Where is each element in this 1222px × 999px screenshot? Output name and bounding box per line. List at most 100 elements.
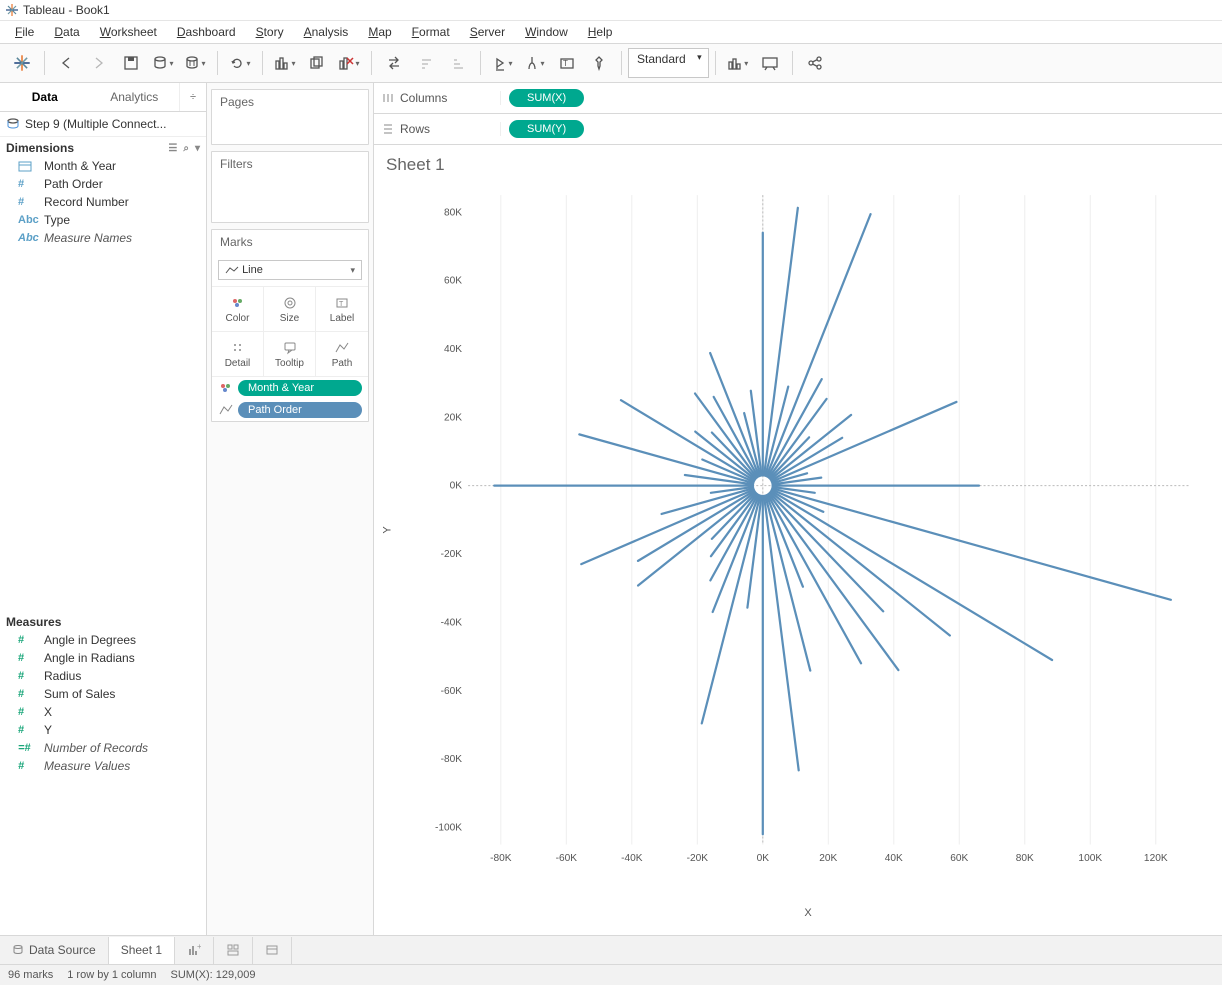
show-me-button[interactable] (724, 49, 752, 77)
main-area: Data Analytics ÷ Step 9 (Multiple Connec… (0, 83, 1222, 935)
highlight-button[interactable] (489, 49, 517, 77)
svg-text:-60K: -60K (556, 853, 578, 864)
mark-label-button[interactable]: TLabel (316, 287, 368, 332)
field-type[interactable]: AbcType (0, 211, 206, 229)
forward-button[interactable] (85, 49, 113, 77)
sheet-title[interactable]: Sheet 1 (384, 151, 1212, 179)
svg-text:-40K: -40K (621, 853, 643, 864)
field-label: Measure Values (44, 759, 130, 773)
field-month-year[interactable]: Month & Year (0, 157, 206, 175)
menu-map[interactable]: Map (358, 22, 401, 42)
search-icon[interactable]: ⌕ (183, 143, 189, 154)
mark-type-select[interactable]: Line ▾ (218, 260, 362, 280)
pages-card[interactable]: Pages (211, 89, 369, 145)
mark-tooltip-button[interactable]: Tooltip (264, 332, 316, 377)
menu-story[interactable]: Story (246, 22, 294, 42)
bottom-tabs: Data Source Sheet 1 + (0, 935, 1222, 964)
field-path-order[interactable]: #Path Order (0, 175, 206, 193)
sort-desc-button[interactable] (444, 49, 472, 77)
new-worksheet-tab[interactable]: + (175, 937, 214, 964)
menu-caret-icon[interactable]: ▾ (195, 143, 200, 154)
datasource-item[interactable]: Step 9 (Multiple Connect... (0, 112, 206, 136)
share-button[interactable] (801, 49, 829, 77)
save-button[interactable] (117, 49, 145, 77)
field-label: Angle in Degrees (44, 633, 136, 647)
measures-label: Measures (6, 615, 61, 629)
menu-file[interactable]: File (5, 22, 44, 42)
menu-data[interactable]: Data (44, 22, 89, 42)
field-x[interactable]: #X (0, 703, 206, 721)
sheet-canvas[interactable]: Sheet 1 -100K-80K-60K-40K-20K0K20K40K60K… (374, 145, 1222, 935)
field-measure-names[interactable]: AbcMeasure Names (0, 229, 206, 247)
menu-help[interactable]: Help (578, 22, 623, 42)
field-y[interactable]: #Y (0, 721, 206, 739)
marks-label: Marks (212, 230, 368, 254)
tab-sheet1[interactable]: Sheet 1 (109, 937, 175, 964)
menu-format[interactable]: Format (402, 22, 460, 42)
mark-size-button[interactable]: Size (264, 287, 316, 332)
mark-color-button[interactable]: Color (212, 287, 264, 332)
status-bar: 96 marks 1 row by 1 column SUM(X): 129,0… (0, 964, 1222, 985)
field-sum-of-sales[interactable]: #Sum of Sales (0, 685, 206, 703)
mark-cell-label: Tooltip (275, 358, 304, 369)
duplicate-sheet-button[interactable] (303, 49, 331, 77)
measures-header: Measures (0, 611, 206, 631)
mark-pill-month-year[interactable]: Month & Year (238, 380, 362, 396)
field-record-number[interactable]: #Record Number (0, 193, 206, 211)
svg-text:-80K: -80K (441, 754, 463, 765)
menu-server[interactable]: Server (460, 22, 515, 42)
svg-text:60K: 60K (444, 276, 462, 287)
svg-text:20K: 20K (444, 412, 462, 423)
field-number-of-records[interactable]: =#Number of Records (0, 739, 206, 757)
svg-text:80K: 80K (444, 207, 462, 218)
pause-updates-button[interactable] (181, 49, 209, 77)
menu-dashboard[interactable]: Dashboard (167, 22, 246, 42)
x-axis-label[interactable]: X (804, 907, 811, 919)
mark-detail-button[interactable]: Detail (212, 332, 264, 377)
data-pane: Data Analytics ÷ Step 9 (Multiple Connec… (0, 83, 207, 935)
tab-data[interactable]: Data (0, 83, 90, 111)
y-axis-label[interactable]: Y (382, 526, 394, 533)
status-agg: SUM(X): 129,009 (171, 969, 256, 981)
group-button[interactable] (521, 49, 549, 77)
tab-data-source[interactable]: Data Source (0, 937, 109, 964)
field-label: Sum of Sales (44, 687, 115, 701)
fit-select[interactable]: Standard (628, 48, 709, 78)
field-angle-in-radians[interactable]: #Angle in Radians (0, 649, 206, 667)
presentation-button[interactable] (756, 49, 784, 77)
view-list-icon[interactable]: ☰ (168, 143, 177, 154)
field-radius[interactable]: #Radius (0, 667, 206, 685)
field-type-icon: # (18, 634, 38, 646)
swap-axes-button[interactable] (380, 49, 408, 77)
rows-pill[interactable]: SUM(Y) (509, 120, 584, 138)
mark-path-button[interactable]: Path (316, 332, 368, 377)
new-story-tab[interactable] (253, 937, 292, 964)
field-angle-in-degrees[interactable]: # Angle in Degrees (0, 631, 206, 649)
menu-worksheet[interactable]: Worksheet (90, 22, 167, 42)
sort-asc-button[interactable] (412, 49, 440, 77)
labels-button[interactable]: T (553, 49, 581, 77)
tab-analytics[interactable]: Analytics (90, 83, 180, 111)
back-button[interactable] (53, 49, 81, 77)
svg-text:120K: 120K (1144, 853, 1168, 864)
rows-label: Rows (400, 122, 430, 136)
new-datasource-button[interactable] (149, 49, 177, 77)
svg-text:20K: 20K (819, 853, 837, 864)
columns-shelf[interactable]: Columns SUM(X) (374, 83, 1222, 114)
filters-card[interactable]: Filters (211, 151, 369, 223)
clear-sheet-button[interactable] (335, 49, 363, 77)
mark-pill-path-order[interactable]: Path Order (238, 402, 362, 418)
pane-collapse-icon[interactable]: ÷ (179, 83, 206, 111)
field-type-icon: # (18, 652, 38, 664)
pin-button[interactable] (585, 49, 613, 77)
new-dashboard-tab[interactable] (214, 937, 253, 964)
refresh-button[interactable] (226, 49, 254, 77)
rows-shelf[interactable]: Rows SUM(Y) (374, 114, 1222, 145)
columns-pill[interactable]: SUM(X) (509, 89, 584, 107)
new-worksheet-button[interactable] (271, 49, 299, 77)
columns-icon (382, 92, 394, 104)
field-measure-values[interactable]: #Measure Values (0, 757, 206, 775)
menu-window[interactable]: Window (515, 22, 578, 42)
tableau-start-icon[interactable] (8, 49, 36, 77)
menu-analysis[interactable]: Analysis (294, 22, 359, 42)
